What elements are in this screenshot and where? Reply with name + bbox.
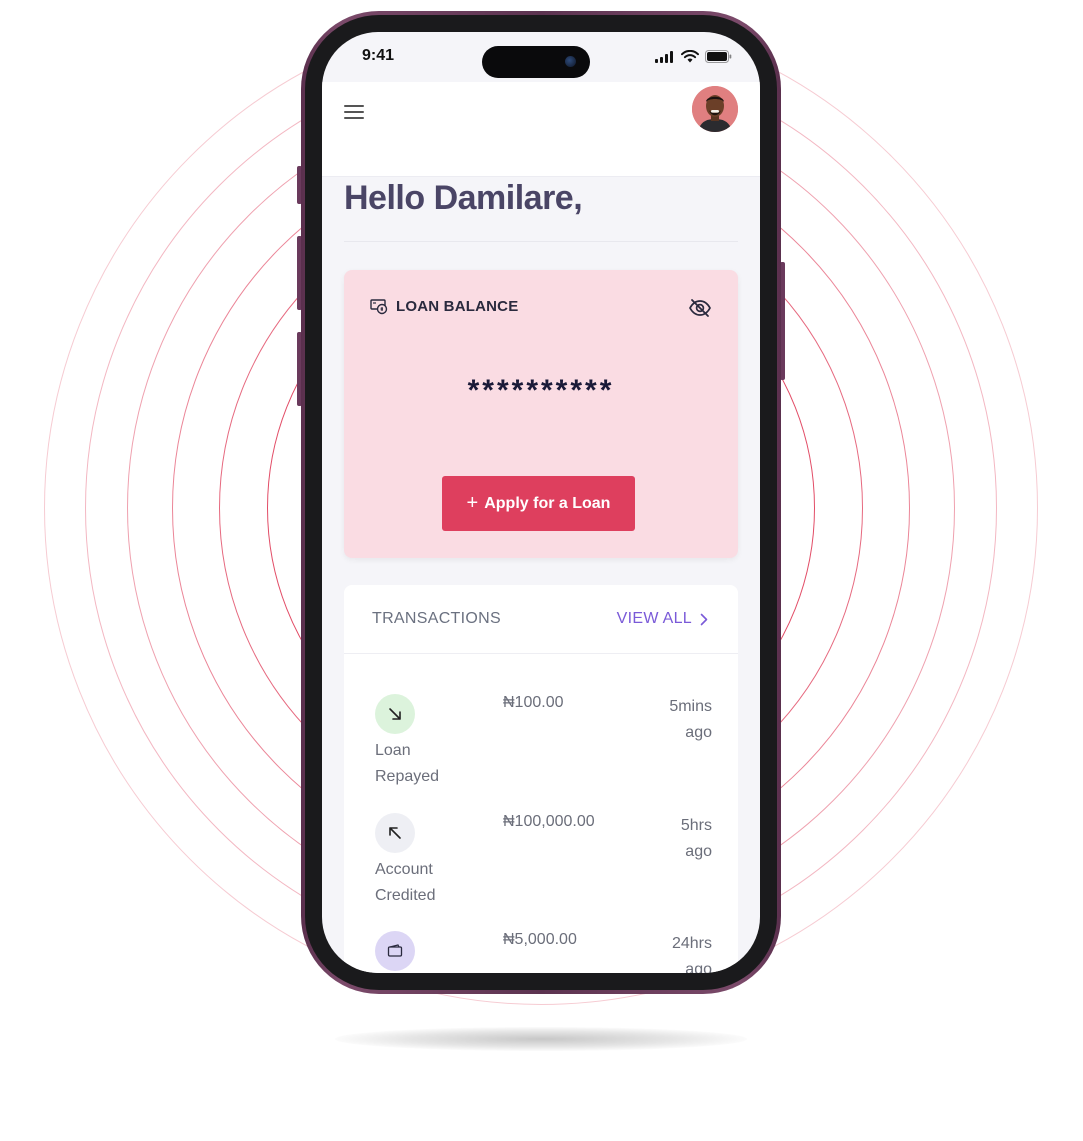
phone-bezel: 9:41 Hello Damilare, LOAN BALANCE ******… — [305, 15, 777, 990]
arrow-down-right-icon — [389, 708, 401, 720]
money-icon — [370, 298, 388, 314]
transactions-card: TRANSACTIONS VIEW ALL Loan Repayed ₦100.… — [344, 585, 738, 973]
view-all-link[interactable]: VIEW ALL — [617, 610, 708, 628]
phone-shadow — [335, 1027, 747, 1051]
phone-screen: 9:41 Hello Damilare, LOAN BALANCE ******… — [322, 32, 760, 973]
menu-line — [344, 117, 364, 119]
loan-balance-title: LOAN BALANCE — [396, 298, 519, 315]
status-time: 9:41 — [362, 47, 395, 64]
transaction-icon-badge — [375, 813, 415, 853]
wifi-icon — [681, 50, 699, 63]
apply-for-loan-label: Apply for a Loan — [484, 494, 611, 512]
transaction-time: 5mins ago — [669, 698, 712, 741]
user-avatar[interactable] — [692, 86, 738, 132]
transaction-amount: ₦5,000.00 — [503, 931, 577, 948]
dynamic-island — [482, 46, 590, 78]
transaction-icon-badge — [375, 694, 415, 734]
hamburger-menu-button[interactable] — [344, 102, 368, 122]
menu-line — [344, 111, 364, 113]
greeting-heading: Hello Damilare, — [344, 179, 583, 217]
transaction-label: Account Credited — [375, 861, 436, 904]
wallet-icon — [387, 944, 403, 957]
loan-balance-header: LOAN BALANCE — [370, 298, 518, 315]
avatar-portrait-icon — [692, 86, 738, 132]
eye-off-icon — [689, 299, 711, 317]
hide-balance-toggle[interactable] — [688, 298, 712, 323]
view-all-label: VIEW ALL — [616, 610, 692, 627]
battery-icon — [705, 50, 732, 63]
transaction-row[interactable]: ₦5,000.00 24hrs ago — [344, 931, 738, 973]
loan-balance-card: LOAN BALANCE ********** + Apply for a Lo… — [344, 270, 738, 558]
divider — [344, 241, 738, 242]
plus-icon: + — [466, 491, 479, 514]
transaction-amount: ₦100,000.00 — [503, 813, 595, 830]
transaction-amount: ₦100.00 — [503, 694, 564, 711]
phone-frame: 9:41 Hello Damilare, LOAN BALANCE ******… — [301, 11, 781, 994]
transaction-row[interactable]: Account Credited ₦100,000.00 5hrs ago — [344, 813, 738, 931]
transactions-title: TRANSACTIONS — [372, 610, 501, 627]
masked-balance: ********** — [467, 374, 615, 407]
transactions-header: TRANSACTIONS VIEW ALL — [344, 585, 738, 654]
camera-icon — [565, 56, 576, 67]
menu-line — [344, 105, 364, 107]
transaction-time: 5hrs ago — [680, 817, 712, 860]
transaction-time: 24hrs ago — [671, 935, 712, 973]
top-app-bar — [322, 82, 760, 177]
arrow-up-left-icon — [389, 827, 401, 839]
chevron-right-icon — [700, 613, 708, 625]
transaction-row[interactable]: Loan Repayed ₦100.00 5mins ago — [344, 694, 738, 812]
apply-for-loan-button[interactable]: + Apply for a Loan — [442, 476, 635, 531]
transaction-icon-badge — [375, 931, 415, 971]
status-icons — [655, 50, 732, 63]
signal-icon — [655, 50, 673, 63]
transaction-label: Loan Repayed — [375, 742, 440, 785]
